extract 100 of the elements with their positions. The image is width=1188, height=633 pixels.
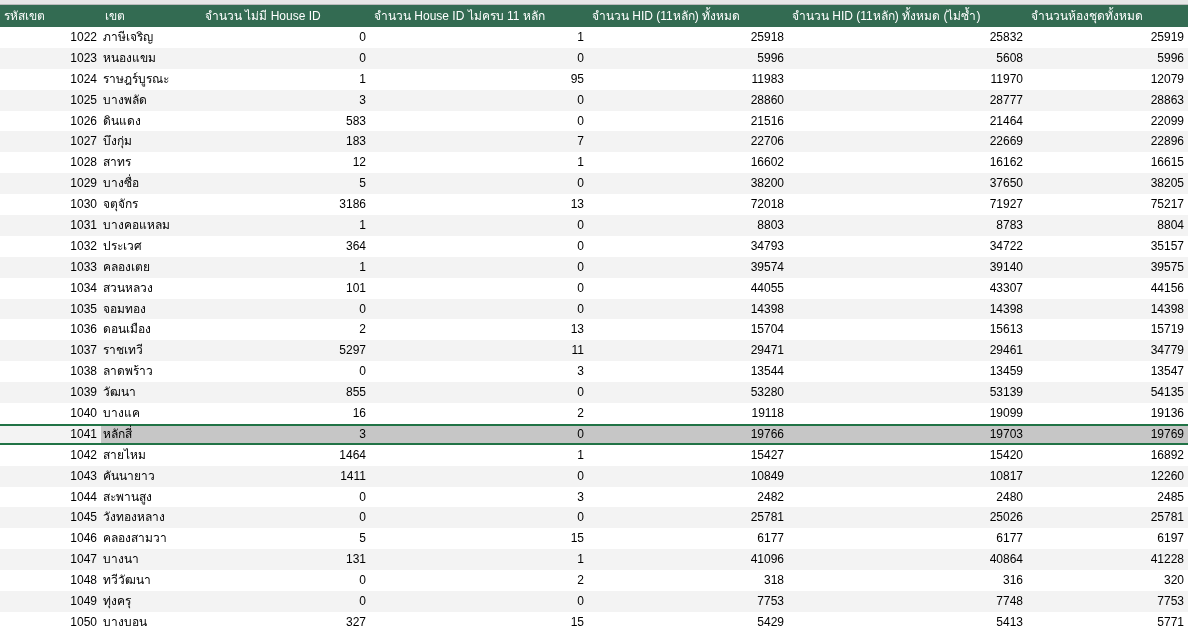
table-cell-text: 1046 <box>69 530 98 548</box>
table-cell-text: 19099 <box>988 405 1024 423</box>
table-cell-text: 3186 <box>338 196 367 214</box>
table-cell-text: 2480 <box>995 488 1024 506</box>
table-cell-text: จตุจักร <box>102 196 139 214</box>
column-header: จำนวน HID (11หลัก) ทั้งหมด (ไม่ซ้ำ) <box>791 6 982 25</box>
table-cell-text: 7753 <box>756 593 785 611</box>
table-cell-text: 2 <box>576 572 585 590</box>
table-cell-text: 1035 <box>69 300 98 318</box>
table-cell-text: 0 <box>358 49 367 67</box>
table-cell-text: 1047 <box>69 551 98 569</box>
table-cell-text: 0 <box>576 509 585 527</box>
table-cell-text: 34793 <box>749 237 785 255</box>
table-cell-text: ทวีวัฒนา <box>102 572 152 590</box>
table-cell-text: 6197 <box>1156 530 1185 548</box>
column-header: เขต <box>104 8 126 25</box>
table-cell-text: 8804 <box>1156 217 1185 234</box>
table-cell-text: 0 <box>576 237 585 255</box>
table-cell-text: บางพลัด <box>102 91 148 109</box>
table-cell-text: 12260 <box>1149 467 1185 485</box>
table-cell-text: 16892 <box>1149 446 1185 464</box>
table-cell-text: 14398 <box>749 300 785 318</box>
table-cell-text: 3 <box>576 363 585 381</box>
table-cell-text: 15420 <box>988 446 1024 464</box>
table-cell-text: 5 <box>358 175 367 193</box>
table-cell-text: 34722 <box>988 237 1024 255</box>
table-cell-text: วังทองหลาง <box>102 509 166 527</box>
table-cell-text: 10817 <box>988 467 1024 485</box>
table-cell-text: ราชเทวี <box>102 342 144 360</box>
table-cell-text: 13 <box>569 321 585 339</box>
table-cell-text: 1 <box>358 217 367 234</box>
table-cell-text: 0 <box>358 29 367 46</box>
table-cell-text: 1031 <box>69 217 98 234</box>
table-cell-text: 39575 <box>1149 258 1185 276</box>
table-cell-text: 1048 <box>69 572 98 590</box>
table-cell-text: 21516 <box>749 112 785 130</box>
table-cell-text: 39140 <box>988 258 1024 276</box>
table-cell-text: 15704 <box>749 321 785 339</box>
table-cell-text: 22896 <box>1149 133 1185 151</box>
table-cell-text: 15719 <box>1149 321 1185 339</box>
table-cell-text: บึงกุ่ม <box>102 133 133 151</box>
table-cell-text: 0 <box>576 112 585 130</box>
table-cell-text: 1024 <box>69 70 98 88</box>
table-cell-text: 316 <box>1001 572 1024 590</box>
table-cell-text: 2 <box>576 405 585 423</box>
table-cell-text: 35157 <box>1149 237 1185 255</box>
table-cell-text: 8783 <box>995 217 1024 234</box>
table-cell-text: 7753 <box>1156 593 1185 611</box>
table-cell-text: 131 <box>344 551 367 569</box>
table-cell-text: 25781 <box>749 509 785 527</box>
table-cell-text: 101 <box>344 279 367 297</box>
table-cell-text: 11970 <box>989 70 1024 88</box>
table-cell-text: 44055 <box>749 279 785 297</box>
table-cell-text: 1043 <box>69 467 98 485</box>
table-cell-text: จอมทอง <box>102 300 147 318</box>
table-cell-text: คันนายาว <box>102 467 156 485</box>
table-cell-text: 1028 <box>69 154 98 172</box>
table-cell-text: 0 <box>358 363 367 381</box>
table-cell-text: 0 <box>358 488 367 506</box>
table-cell-text: 1025 <box>69 91 98 109</box>
table-cell-text: 44156 <box>1149 279 1185 297</box>
table-cell-text: 11983 <box>750 70 785 88</box>
table-cell-text: ลาดพร้าว <box>102 363 154 381</box>
table-cell-text: 15 <box>569 530 585 548</box>
table-cell-text: บางคอแหลม <box>102 217 171 234</box>
table-cell-text: 1026 <box>69 112 98 130</box>
table-cell-text: 0 <box>576 467 585 485</box>
table-cell-text: 95 <box>569 70 585 88</box>
table-cell-text: 19118 <box>750 405 785 423</box>
table-cell-text: 14398 <box>988 300 1024 318</box>
table-cell-text: 15613 <box>988 321 1024 339</box>
table-cell-text: 25919 <box>1149 29 1185 46</box>
table-cell-text: ภาษีเจริญ <box>102 29 154 46</box>
table-cell-text: 38205 <box>1149 175 1185 193</box>
table-cell-text: 0 <box>576 258 585 276</box>
table-cell-text: สาทร <box>102 154 132 172</box>
table-cell-text: 1 <box>576 446 585 464</box>
table-cell-text: 2485 <box>1156 488 1185 506</box>
table-cell-text: 71927 <box>988 196 1024 214</box>
table-cell-text: 7748 <box>995 593 1024 611</box>
table-cell-text: สายไหม <box>102 446 147 464</box>
table-cell-text: 11 <box>570 342 585 360</box>
table-cell-text: บางนา <box>102 551 140 569</box>
table-cell-text: 12 <box>351 154 367 172</box>
table-cell-text: 22669 <box>988 133 1024 151</box>
table-cell-text: 1 <box>358 70 367 88</box>
column-header: จำนวน House ID ไม่ครบ 11 หลัก <box>373 8 546 25</box>
table-cell: หลักสี่ <box>101 425 201 443</box>
table-cell-text: 0 <box>358 572 367 590</box>
table-cell-text: 13459 <box>988 363 1024 381</box>
table-cell-text: 16615 <box>1149 154 1185 172</box>
table-cell-text: 28863 <box>1149 91 1185 109</box>
table-cell: 0 <box>370 425 588 443</box>
table-cell-text: 15 <box>569 613 585 631</box>
table-cell-text: 0 <box>358 509 367 527</box>
table-cell-text: 1049 <box>69 593 98 611</box>
table-cell-text: 7 <box>576 133 585 151</box>
table-cell-text: 1037 <box>69 342 98 360</box>
column-header: จำนวนห้องชุดทั้งหมด <box>1030 6 1144 26</box>
table-cell-text: 1 <box>576 29 585 46</box>
